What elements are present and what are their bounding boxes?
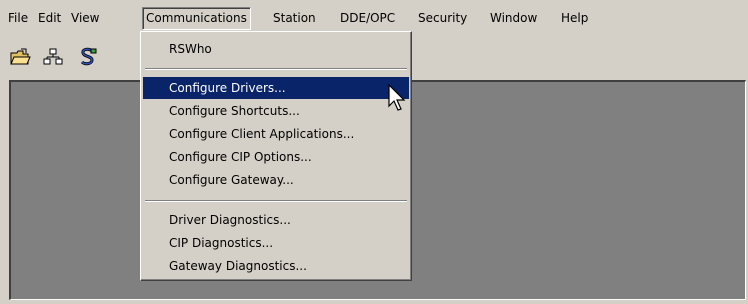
menu-item-configure-gateway[interactable]: Configure Gateway... (143, 169, 409, 191)
menu-station[interactable]: Station (273, 8, 316, 29)
menu-edit[interactable]: Edit (38, 8, 61, 29)
menu-bar: File Edit View Communications Station DD… (0, 0, 748, 34)
menu-item-configure-cip-options[interactable]: Configure CIP Options... (143, 146, 409, 168)
menu-separator (145, 68, 407, 70)
menu-item-configure-shortcuts[interactable]: Configure Shortcuts... (143, 100, 409, 122)
menu-security[interactable]: Security (418, 8, 467, 29)
menu-item-driver-diagnostics[interactable]: Driver Diagnostics... (143, 209, 409, 231)
menu-item-configure-client-applications[interactable]: Configure Client Applications... (143, 123, 409, 145)
menu-view[interactable]: View (71, 8, 99, 29)
mouse-cursor-icon (388, 84, 406, 111)
network-icon[interactable] (41, 46, 65, 68)
menu-item-configure-drivers[interactable]: Configure Drivers... (143, 77, 409, 99)
menu-communications[interactable]: Communications (142, 7, 251, 30)
menu-dde-opc[interactable]: DDE/OPC (340, 8, 395, 29)
rswho-icon[interactable] (76, 46, 100, 68)
menu-item-cip-diagnostics[interactable]: CIP Diagnostics... (143, 232, 409, 254)
menu-file[interactable]: File (8, 8, 28, 29)
app-window: File Edit View Communications Station DD… (0, 0, 748, 304)
open-folder-icon[interactable] (8, 46, 32, 68)
menu-item-gateway-diagnostics[interactable]: Gateway Diagnostics... (143, 255, 409, 277)
communications-menu: RSWho Configure Drivers... Configure Sho… (140, 31, 412, 281)
menu-help[interactable]: Help (561, 8, 588, 29)
menu-item-rswho[interactable]: RSWho (143, 38, 409, 60)
menu-window[interactable]: Window (490, 8, 537, 29)
menu-separator (145, 200, 407, 202)
